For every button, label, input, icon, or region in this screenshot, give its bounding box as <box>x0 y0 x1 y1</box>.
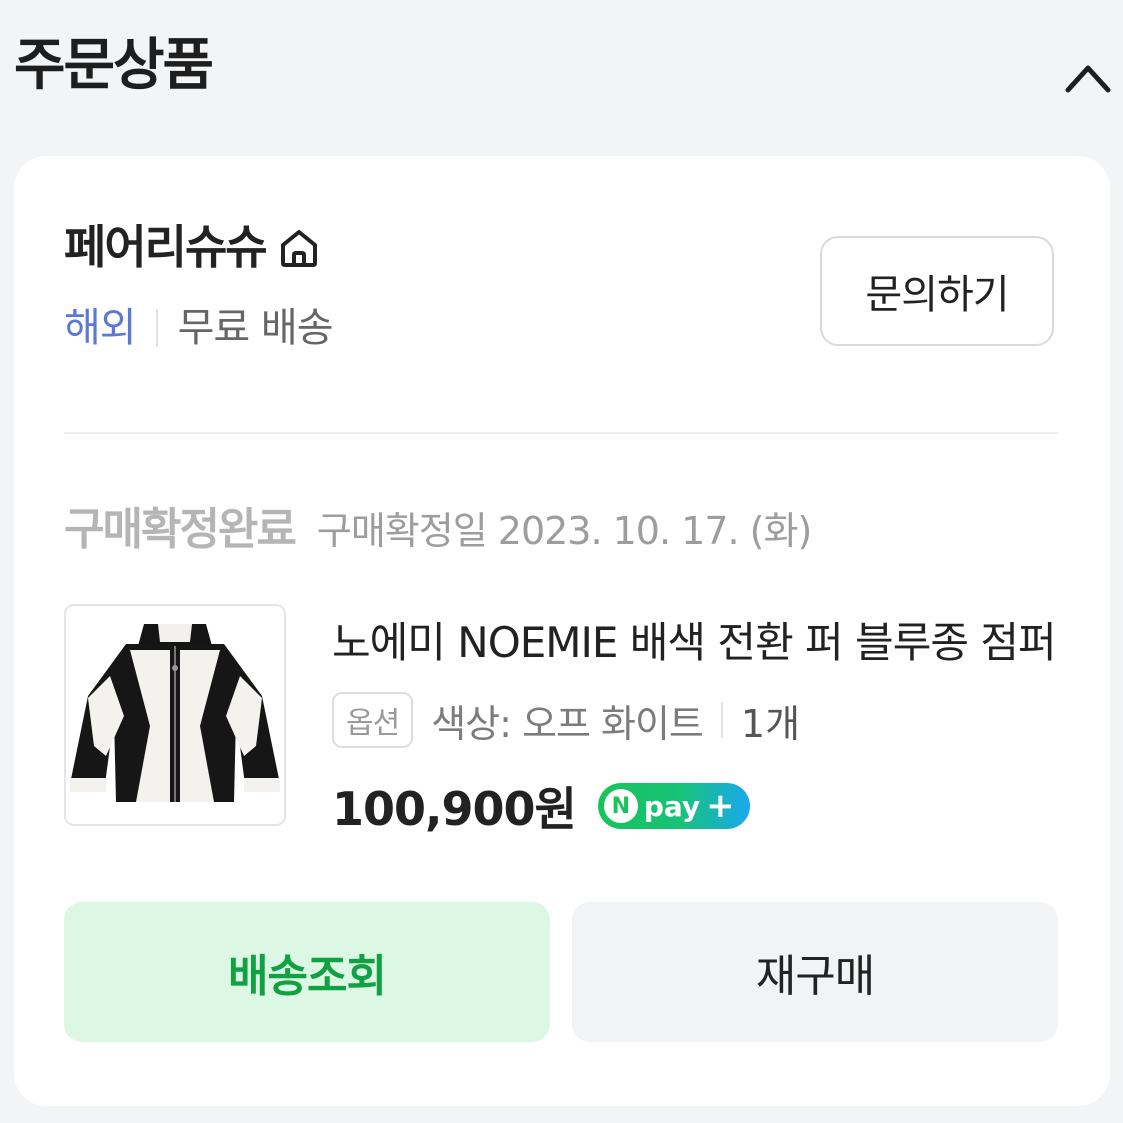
seller-name[interactable]: 페어리슈슈 <box>64 224 268 270</box>
rebuy-button[interactable]: 재구매 <box>572 902 1058 1042</box>
shipping-info: 무료 배송 <box>177 305 334 351</box>
seller-name-row[interactable]: 페어리슈슈 <box>64 224 322 270</box>
product-thumbnail[interactable] <box>64 604 286 826</box>
inquiry-button[interactable]: 문의하기 <box>820 236 1054 346</box>
seller-meta: 해외 무료 배송 <box>64 305 334 351</box>
jacket-image <box>66 606 284 824</box>
order-status-row: 구매확정완료 구매확정일 2023. 10. 17. (화) <box>64 504 812 555</box>
overseas-tag: 해외 <box>64 305 137 351</box>
option-badge: 옵션 <box>332 692 414 748</box>
track-delivery-button[interactable]: 배송조회 <box>64 902 550 1042</box>
option-value: 색상: 오프 화이트 <box>431 701 704 746</box>
order-card: 페어리슈슈 해외 무료 배송 문의하기 구매확정완료 구매확정일 2023. 1… <box>14 156 1110 1106</box>
section-divider <box>64 432 1058 434</box>
option-divider <box>720 702 723 738</box>
order-status: 구매확정완료 <box>64 504 297 555</box>
home-icon[interactable] <box>276 224 322 270</box>
product-title[interactable]: 노에미 NOEMIE 배색 전환 퍼 블루종 점퍼 <box>332 618 1062 668</box>
quantity: 1개 <box>740 701 801 746</box>
price: 100,900원 <box>332 782 577 836</box>
price-row: 100,900원 N pay + <box>332 776 750 836</box>
collapse-button[interactable] <box>1058 50 1118 110</box>
confirm-date: 구매확정일 2023. 10. 17. (화) <box>316 509 812 553</box>
section-title: 주문상품 <box>14 33 214 98</box>
option-row: 옵션 색상: 오프 화이트 1개 <box>332 692 800 748</box>
chevron-up-icon <box>1065 65 1111 93</box>
plus-icon: + <box>706 786 735 826</box>
meta-divider <box>155 309 158 347</box>
npay-n-icon: N <box>603 789 638 823</box>
order-items-header: 주문상품 <box>0 0 1123 150</box>
npay-badge: N pay + <box>597 783 750 829</box>
npay-label: pay <box>643 789 701 823</box>
